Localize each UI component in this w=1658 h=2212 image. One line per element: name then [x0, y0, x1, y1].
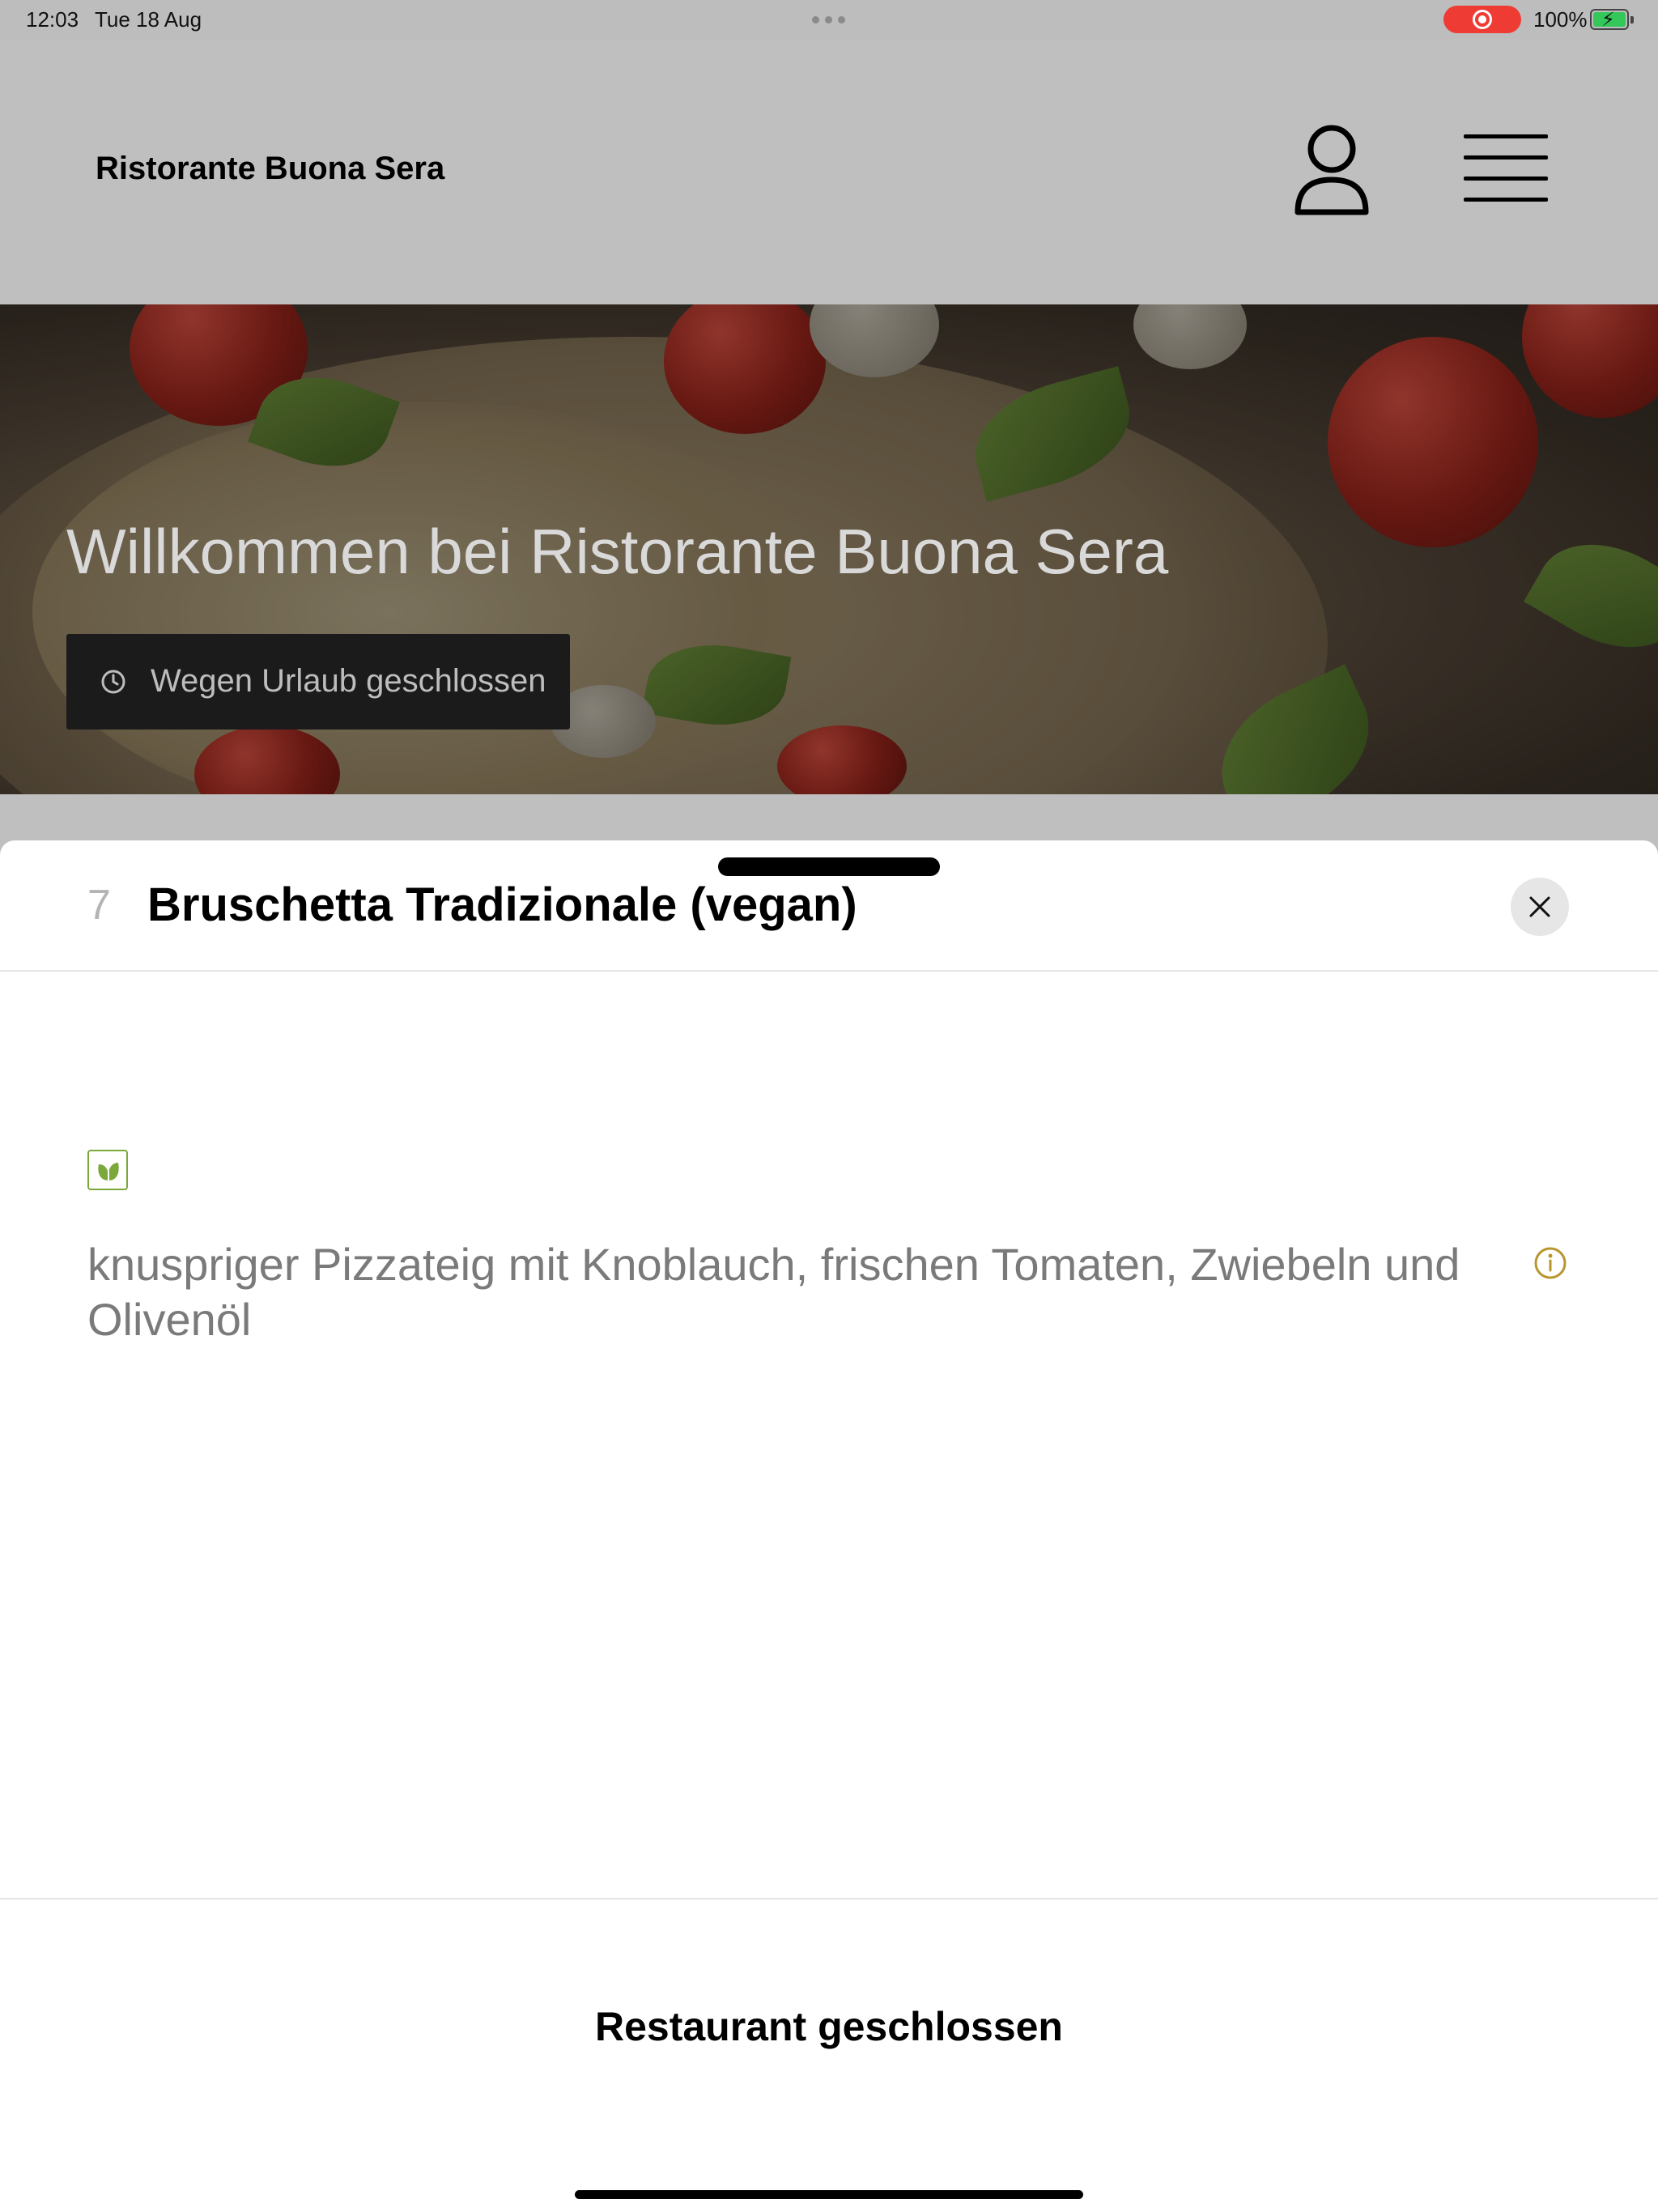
- clock-icon: [99, 667, 128, 696]
- close-icon: [1529, 896, 1550, 917]
- screen-recording-icon[interactable]: [1443, 6, 1521, 33]
- info-icon[interactable]: [1533, 1245, 1568, 1281]
- vegan-leaf-icon[interactable]: [87, 1150, 128, 1190]
- status-badge-label: Wegen Urlaub geschlossen: [151, 663, 546, 699]
- header-divider: [0, 970, 1658, 972]
- sheet-grabber-handle[interactable]: [718, 857, 940, 876]
- status-badge: Wegen Urlaub geschlossen: [66, 634, 570, 730]
- brand-name[interactable]: Ristorante Buona Sera: [96, 151, 444, 187]
- status-time: 12:03: [26, 7, 79, 32]
- restaurant-closed-label: Restaurant geschlossen: [595, 2004, 1063, 2049]
- status-bar: 12:03 Tue 18 Aug 100% ⚡: [0, 0, 1658, 39]
- hero-title: Willkommen bei Ristorante Buona Sera: [66, 516, 1169, 587]
- battery-percentage: 100%: [1533, 7, 1588, 32]
- hero-banner: Willkommen bei Ristorante Buona Sera Weg…: [0, 304, 1658, 794]
- app-screen: 12:03 Tue 18 Aug 100% ⚡ Ristorante Buona…: [0, 0, 1658, 2212]
- item-number: 7: [87, 882, 111, 929]
- home-indicator[interactable]: [575, 2190, 1083, 2199]
- item-title: Bruschetta Tradizionale (vegan): [147, 878, 857, 931]
- site-header: Ristorante Buona Sera: [0, 39, 1658, 304]
- multitasking-dots-icon[interactable]: [812, 16, 845, 23]
- item-detail-sheet: 7 Bruschetta Tradizionale (vegan) knuspr…: [0, 840, 1658, 2212]
- content-backdrop: [0, 794, 1658, 843]
- menu-icon[interactable]: [1464, 134, 1548, 207]
- item-description: knuspriger Pizzateig mit Knoblauch, fris…: [87, 1239, 1460, 1345]
- battery-icon: ⚡: [1590, 9, 1634, 31]
- user-icon[interactable]: [1291, 123, 1372, 219]
- status-date: Tue 18 Aug: [95, 7, 202, 32]
- footer-divider: [0, 1898, 1658, 1899]
- close-button[interactable]: [1511, 878, 1569, 936]
